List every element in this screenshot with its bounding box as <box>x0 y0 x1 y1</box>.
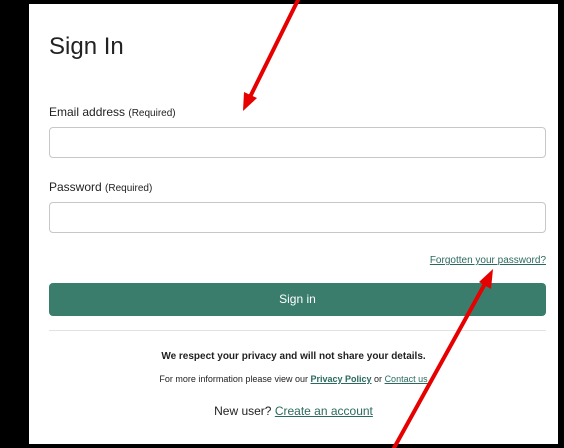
privacy-info-prefix: For more information please view our <box>159 374 308 384</box>
password-label-text: Password <box>49 180 102 194</box>
page-title: Sign In <box>49 33 124 60</box>
new-user-prefix: New user? <box>214 404 272 418</box>
contact-us-link[interactable]: Contact us <box>385 374 428 384</box>
email-field[interactable] <box>49 127 546 158</box>
forgot-password-link[interactable]: Forgotten your password? <box>430 254 546 268</box>
sign-in-button[interactable]: Sign in <box>49 283 546 316</box>
email-required-note: (Required) <box>128 108 176 119</box>
privacy-info: For more information please view our Pri… <box>29 372 558 386</box>
privacy-statement: We respect your privacy and will not sha… <box>161 351 426 362</box>
password-label: Password (Required) <box>49 179 152 197</box>
sign-in-panel: Sign In Email address (Required) Passwor… <box>29 4 558 444</box>
privacy-policy-link[interactable]: Privacy Policy <box>310 374 371 384</box>
screenshot-stage: Sign In Email address (Required) Passwor… <box>0 0 564 448</box>
password-required-note: (Required) <box>105 183 153 194</box>
privacy-info-or: or <box>374 374 383 384</box>
password-field[interactable] <box>49 202 546 233</box>
email-label: Email address (Required) <box>49 104 176 122</box>
new-user-line: New user? Create an account <box>29 403 558 419</box>
create-account-link[interactable]: Create an account <box>275 404 373 418</box>
divider <box>49 330 546 331</box>
email-label-text: Email address <box>49 105 126 119</box>
